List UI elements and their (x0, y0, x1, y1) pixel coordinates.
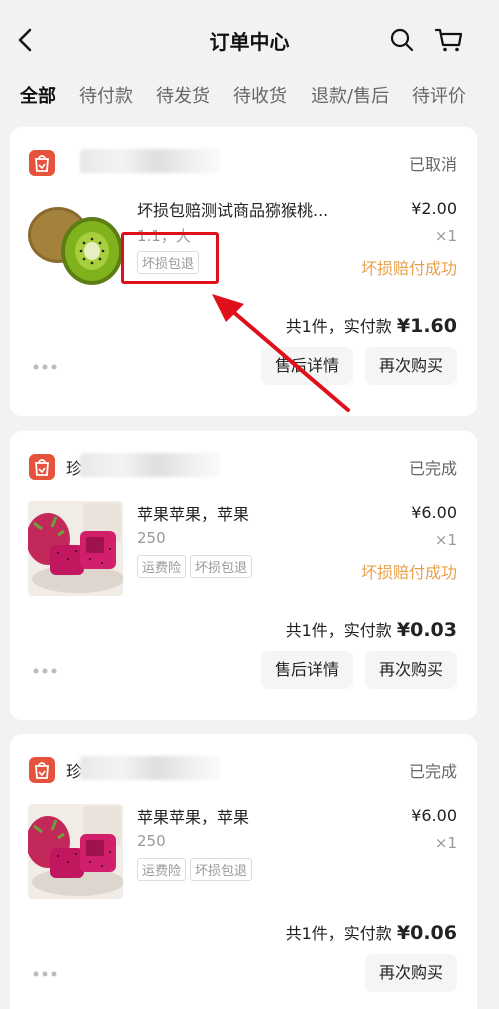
order-total: 共1件，实付款 ¥0.06 (286, 920, 457, 944)
top-bar: 订单中心 (0, 0, 499, 80)
total-amount: ¥1.60 (396, 315, 457, 337)
aftersale-detail-button[interactable]: 售后详情 (261, 651, 354, 689)
tab-pending-shipment[interactable]: 待发货 (156, 82, 210, 108)
tab-refund-aftersale[interactable]: 退款/售后 (311, 82, 389, 108)
product-name[interactable]: 苹果苹果，苹果 (137, 501, 347, 525)
shop-icon (29, 454, 55, 480)
annotation-arrow-icon (212, 294, 350, 412)
product-name[interactable]: 苹果苹果，苹果 (137, 804, 347, 828)
total-amount: ¥0.06 (396, 922, 457, 944)
product-price: ¥6.00 (411, 806, 457, 825)
order-status: 已取消 (408, 155, 457, 174)
buy-again-button[interactable]: 再次购买 (365, 347, 458, 385)
more-options-icon[interactable] (32, 363, 58, 371)
cart-icon (434, 28, 463, 52)
tag-damage-return: 坏损包退 (190, 555, 253, 578)
refund-status: 坏损赔付成功 (360, 563, 457, 582)
product-spec: 250 (137, 529, 166, 547)
cart-button[interactable] (434, 27, 464, 53)
total-label: 共1件，实付款 (285, 924, 392, 943)
buy-again-button[interactable]: 再次购买 (365, 651, 458, 689)
order-tabs: 全部 待付款 待发货 待收货 退款/售后 待评价 (0, 80, 499, 120)
product-spec: 250 (137, 832, 166, 850)
order-total: 共1件，实付款 ¥0.03 (286, 617, 457, 641)
product-quantity: ×1 (434, 227, 457, 245)
order-status: 已完成 (408, 762, 457, 781)
tag-shipping-insurance: 运费险 (137, 858, 187, 881)
product-tags: 运费险 坏损包退 (137, 555, 256, 578)
tab-pending-payment[interactable]: 待付款 (79, 82, 133, 108)
shop-name-redaction (80, 149, 220, 173)
page-title: 订单中心 (209, 30, 290, 54)
product-image-kiwi[interactable] (28, 197, 123, 292)
annotation-highlight-box (121, 232, 219, 284)
product-tags: 运费险 坏损包退 (137, 858, 256, 881)
search-button[interactable] (389, 27, 415, 53)
shop-icon (29, 757, 55, 783)
more-options-icon[interactable] (32, 667, 58, 675)
shop-icon (29, 150, 55, 176)
refund-status: 坏损赔付成功 (360, 259, 457, 278)
product-quantity: ×1 (434, 834, 457, 852)
order-card[interactable]: 珍 已完成 苹果苹果，苹果 250 运费险 坏损包退 ¥6.00 ×1 共1件，实… (10, 734, 477, 1009)
shop-name-redaction (80, 453, 220, 477)
search-icon (390, 28, 414, 52)
product-price: ¥6.00 (411, 503, 457, 522)
product-image-dragonfruit[interactable] (28, 501, 123, 596)
buy-again-button[interactable]: 再次购买 (365, 954, 458, 992)
product-name[interactable]: 坏损包赔测试商品猕猴桃... (137, 197, 347, 221)
total-label: 共1件，实付款 (285, 621, 392, 640)
tab-all[interactable]: 全部 (20, 82, 56, 108)
total-amount: ¥0.03 (396, 619, 457, 641)
more-options-icon[interactable] (32, 970, 58, 978)
product-quantity: ×1 (434, 531, 457, 549)
product-image-dragonfruit[interactable] (28, 804, 123, 899)
tab-pending-receipt[interactable]: 待收货 (233, 82, 287, 108)
order-card[interactable]: 珍 已完成 苹果苹果，苹果 250 运费险 坏损包退 ¥6.00 ×1 坏损赔付成… (10, 431, 477, 720)
product-price: ¥2.00 (411, 199, 457, 218)
order-status: 已完成 (408, 459, 457, 478)
tab-pending-review[interactable]: 待评价 (412, 82, 466, 108)
tag-damage-return: 坏损包退 (190, 858, 253, 881)
shop-name-redaction (80, 756, 220, 780)
tag-shipping-insurance: 运费险 (137, 555, 187, 578)
